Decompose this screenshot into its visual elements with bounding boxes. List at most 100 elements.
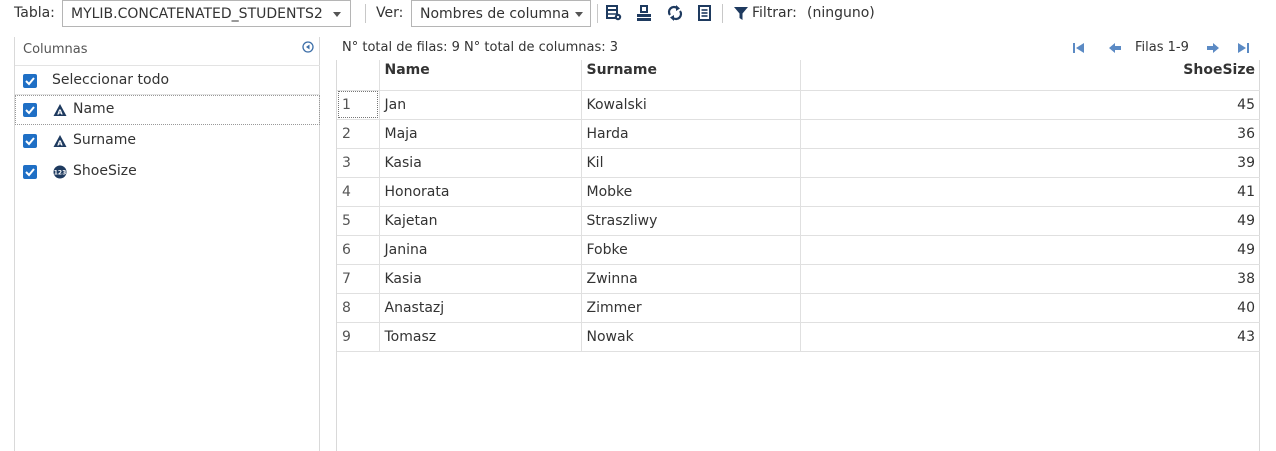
shoesize-cell[interactable]: 39 xyxy=(799,147,1260,178)
table-select[interactable]: MYLIB.CONCATENATED_STUDENTS2 xyxy=(62,0,351,27)
surname-cell[interactable]: Nowak xyxy=(580,321,801,352)
name-cell[interactable]: Kasia xyxy=(378,263,582,294)
toolbar: Tabla: MYLIB.CONCATENATED_STUDENTS2 Ver:… xyxy=(0,0,1276,27)
column-checkbox[interactable] xyxy=(23,165,37,179)
columns-pane-title: Columnas xyxy=(23,42,88,57)
surname-cell[interactable]: Straszliwy xyxy=(580,205,801,236)
checkmark-icon xyxy=(25,137,35,146)
surname-cell[interactable]: Harda xyxy=(580,118,801,149)
table-row[interactable]: 1 Jan Kowalski 45 xyxy=(337,89,1260,120)
row-number-cell[interactable]: 7 xyxy=(337,263,380,294)
column-header-surname[interactable]: Surname xyxy=(580,60,801,91)
shoesize-cell[interactable]: 40 xyxy=(799,292,1260,323)
shoesize-cell[interactable]: 43 xyxy=(799,321,1260,352)
row-number-cell[interactable]: 9 xyxy=(337,321,380,352)
collapse-pane-icon[interactable] xyxy=(302,41,314,53)
column-properties-icon[interactable] xyxy=(697,4,713,22)
view-select[interactable]: Nombres de columna xyxy=(411,0,591,27)
surname-cell[interactable]: Kil xyxy=(580,147,801,178)
filter-label[interactable]: Filtrar: xyxy=(752,5,797,21)
table-select-value: MYLIB.CONCATENATED_STUDENTS2 xyxy=(71,6,323,22)
toolbar-divider xyxy=(597,4,598,23)
toolbar-divider xyxy=(365,4,366,23)
surname-cell[interactable]: Mobke xyxy=(580,176,801,207)
chevron-down-icon xyxy=(333,12,341,17)
toolbar-divider xyxy=(722,4,723,23)
column-item-shoesize[interactable]: 123 ShoeSize xyxy=(15,157,320,187)
column-checkbox[interactable] xyxy=(23,103,37,117)
character-type-icon: A xyxy=(53,104,67,117)
table-label: Tabla: xyxy=(14,5,55,21)
table-row[interactable]: 3 Kasia Kil 39 xyxy=(337,147,1260,178)
table-row[interactable]: 2 Maja Harda 36 xyxy=(337,118,1260,149)
previous-page-icon[interactable] xyxy=(1108,42,1122,54)
column-item-label: ShoeSize xyxy=(73,163,137,179)
filter-value: (ninguno) xyxy=(807,5,875,21)
view-label: Ver: xyxy=(376,5,404,21)
table-row[interactable]: 9 Tomasz Nowak 43 xyxy=(337,321,1260,352)
table-row[interactable]: 8 Anastazj Zimmer 40 xyxy=(337,292,1260,323)
row-number-cell[interactable]: 2 xyxy=(337,118,380,149)
select-all-checkbox[interactable] xyxy=(23,74,37,88)
name-cell[interactable]: Jan xyxy=(378,89,582,120)
export-icon[interactable] xyxy=(636,4,652,22)
svg-text:123: 123 xyxy=(54,170,67,177)
surname-cell[interactable]: Zimmer xyxy=(580,292,801,323)
checkmark-icon xyxy=(25,77,35,86)
refresh-icon[interactable] xyxy=(667,4,683,22)
columns-pane: Columnas Seleccionar todo A Name A Surna… xyxy=(14,37,320,451)
svg-text:A: A xyxy=(57,109,63,117)
next-page-icon[interactable] xyxy=(1206,42,1220,54)
row-number-cell[interactable]: 1 xyxy=(337,89,380,120)
column-item-name[interactable]: A Name xyxy=(15,95,320,125)
numeric-type-icon: 123 xyxy=(53,165,67,179)
select-all-label: Seleccionar todo xyxy=(52,72,170,88)
column-item-label: Surname xyxy=(73,132,136,148)
name-cell[interactable]: Tomasz xyxy=(378,321,582,352)
surname-cell[interactable]: Fobke xyxy=(580,234,801,265)
row-number-cell[interactable]: 4 xyxy=(337,176,380,207)
table-row[interactable]: 5 Kajetan Straszliwy 49 xyxy=(337,205,1260,236)
select-all-row[interactable]: Seleccionar todo xyxy=(15,65,320,95)
shoesize-cell[interactable]: 49 xyxy=(799,234,1260,265)
checkmark-icon xyxy=(25,106,35,115)
row-number-cell[interactable]: 5 xyxy=(337,205,380,236)
checkmark-icon xyxy=(25,168,35,177)
last-page-icon[interactable] xyxy=(1236,42,1250,54)
name-cell[interactable]: Kasia xyxy=(378,147,582,178)
column-header-shoesize[interactable]: ShoeSize xyxy=(799,60,1260,91)
row-number-cell[interactable]: 6 xyxy=(337,234,380,265)
shoesize-cell[interactable]: 38 xyxy=(799,263,1260,294)
filter-icon[interactable] xyxy=(733,4,749,22)
character-type-icon: A xyxy=(53,135,67,148)
row-number-cell[interactable]: 8 xyxy=(337,292,380,323)
row-number-cell[interactable]: 3 xyxy=(337,147,380,178)
row-number-header[interactable] xyxy=(337,60,380,91)
column-item-surname[interactable]: A Surname xyxy=(15,126,320,156)
table-row[interactable]: 4 Honorata Mobke 41 xyxy=(337,176,1260,207)
first-page-icon[interactable] xyxy=(1072,42,1086,54)
name-cell[interactable]: Honorata xyxy=(378,176,582,207)
chevron-down-icon xyxy=(575,12,583,17)
data-table: Name Surname ShoeSize 1 Jan Kowalski 45 … xyxy=(337,60,1260,352)
table-row[interactable]: 6 Janina Fobke 49 xyxy=(337,234,1260,265)
name-cell[interactable]: Anastazj xyxy=(378,292,582,323)
column-checkbox[interactable] xyxy=(23,134,37,148)
column-header-name[interactable]: Name xyxy=(378,60,582,91)
name-cell[interactable]: Maja xyxy=(378,118,582,149)
shoesize-cell[interactable]: 36 xyxy=(799,118,1260,149)
page-range-label: Filas 1-9 xyxy=(1135,40,1189,55)
view-select-value: Nombres de columna xyxy=(420,6,570,22)
name-cell[interactable]: Janina xyxy=(378,234,582,265)
table-summary: N° total de filas: 9 N° total de columna… xyxy=(342,40,619,55)
name-cell[interactable]: Kajetan xyxy=(378,205,582,236)
shoesize-cell[interactable]: 41 xyxy=(799,176,1260,207)
table-properties-icon[interactable] xyxy=(606,4,622,22)
surname-cell[interactable]: Kowalski xyxy=(580,89,801,120)
svg-text:A: A xyxy=(57,140,63,148)
shoesize-cell[interactable]: 45 xyxy=(799,89,1260,120)
shoesize-cell[interactable]: 49 xyxy=(799,205,1260,236)
surname-cell[interactable]: Zwinna xyxy=(580,263,801,294)
header-row: Name Surname ShoeSize xyxy=(337,60,1260,91)
table-row[interactable]: 7 Kasia Zwinna 38 xyxy=(337,263,1260,294)
